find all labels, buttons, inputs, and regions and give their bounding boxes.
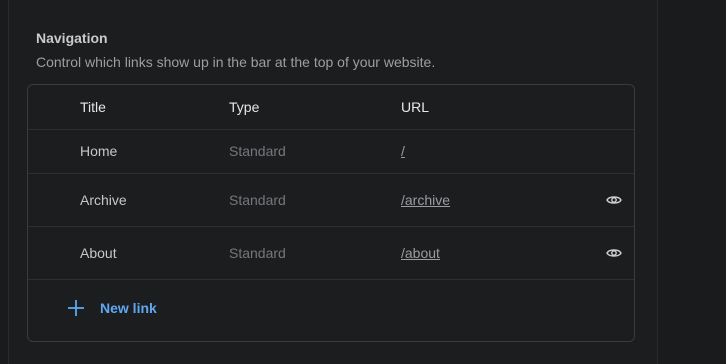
plus-icon[interactable] bbox=[67, 299, 85, 317]
link-type: Standard bbox=[229, 191, 286, 208]
link-title[interactable]: Archive bbox=[80, 173, 127, 226]
column-header-title: Title bbox=[80, 99, 106, 115]
link-url[interactable]: / bbox=[401, 129, 405, 173]
new-link-button[interactable]: New link bbox=[67, 299, 157, 317]
navigation-table: Title Type URL Home Standard / Archive S… bbox=[27, 84, 635, 342]
link-url[interactable]: /archive bbox=[401, 173, 450, 226]
visibility-toggle[interactable] bbox=[602, 173, 626, 226]
table-header: Title Type URL bbox=[28, 85, 634, 130]
visibility-toggle[interactable] bbox=[602, 226, 626, 279]
eye-icon[interactable] bbox=[606, 245, 622, 261]
link-title[interactable]: About bbox=[80, 226, 117, 279]
column-header-url: URL bbox=[401, 99, 430, 115]
table-row[interactable]: Home Standard / bbox=[28, 129, 634, 174]
link-type: Standard bbox=[229, 244, 286, 261]
section-title: Navigation bbox=[36, 30, 108, 46]
table-row[interactable]: About Standard /about bbox=[28, 226, 634, 280]
column-header-type: Type bbox=[229, 99, 260, 115]
link-url[interactable]: /about bbox=[401, 226, 440, 279]
link-title[interactable]: Home bbox=[80, 129, 117, 173]
section-description: Control which links show up in the bar a… bbox=[36, 54, 436, 70]
link-type: Standard bbox=[229, 143, 286, 159]
table-row[interactable]: Archive Standard /archive bbox=[28, 173, 634, 227]
new-link-label[interactable]: New link bbox=[100, 300, 157, 316]
eye-icon[interactable] bbox=[606, 192, 622, 208]
